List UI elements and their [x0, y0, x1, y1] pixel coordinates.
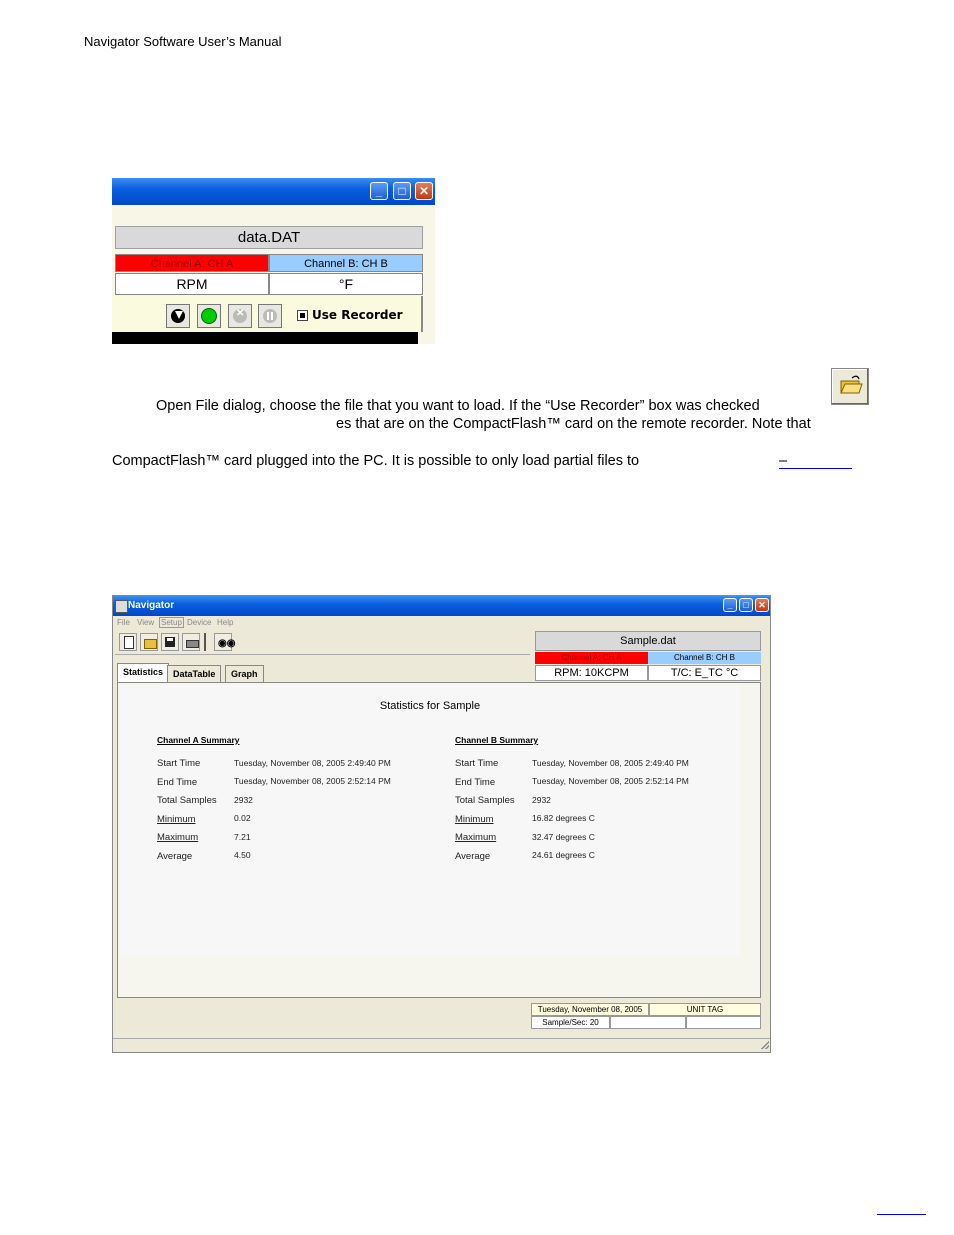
menu-device[interactable]: Device — [187, 618, 211, 627]
end-time-label: End Time — [455, 777, 496, 788]
body-line-3-dash: – — [779, 453, 788, 469]
channel-a-average: 4.50 — [234, 850, 251, 860]
record-icon[interactable] — [197, 304, 221, 328]
total-samples-label: Total Samples — [157, 795, 217, 806]
open-icon[interactable] — [140, 633, 158, 651]
start-time-label: Start Time — [455, 758, 499, 769]
panel-bottom-bar — [112, 332, 418, 344]
new-icon[interactable] — [119, 633, 137, 651]
toolbar-divider — [421, 296, 423, 332]
close-icon[interactable]: ✕ — [755, 598, 769, 612]
recorder-panel-screenshot: _ □ ✕ data.DAT Channel A: CH A Channel B… — [112, 178, 435, 344]
file-name-label: Sample.dat — [535, 631, 761, 651]
channel-b-unit: T/C: E_TC °C — [648, 665, 761, 681]
start-time-label: Start Time — [157, 758, 201, 769]
status-unit-tag: UNIT TAG — [649, 1003, 761, 1016]
body-line-1: Open File dialog, choose the file that y… — [156, 398, 760, 414]
use-recorder-label: Use Recorder — [312, 308, 403, 322]
channel-a-start-time: Tuesday, November 08, 2005 2:49:40 PM — [234, 758, 391, 768]
title-bar: Navigator — [113, 596, 770, 616]
file-name-label: data.DAT — [115, 226, 423, 249]
window-title: Navigator — [128, 600, 175, 611]
channel-a-unit: RPM: 10KCPM — [535, 665, 648, 681]
channel-b-total-samples: 2932 — [532, 795, 551, 805]
navigator-window-screenshot: Navigator _ □ ✕ File View Setup Device H… — [112, 595, 771, 1053]
find-icon[interactable]: ◉◉ — [214, 633, 235, 651]
channel-a-maximum: 7.21 — [234, 832, 251, 842]
channel-b-label: Channel B: CH B — [269, 254, 423, 272]
statistics-heading: Statistics for Sample — [379, 700, 481, 712]
tab-statistics[interactable]: Statistics — [117, 663, 170, 683]
pause-icon[interactable] — [258, 304, 282, 328]
status-empty-1 — [610, 1016, 686, 1029]
body-line-2: es that are on the CompactFlash™ card on… — [336, 416, 811, 432]
stop-icon[interactable]: ✕ — [228, 304, 252, 328]
save-icon[interactable] — [161, 633, 179, 651]
close-icon[interactable]: ✕ — [415, 182, 433, 200]
maximize-icon[interactable]: □ — [393, 182, 411, 200]
body-line-3: CompactFlash™ card plugged into the PC. … — [112, 453, 640, 469]
maximum-link[interactable]: Maximum — [157, 832, 198, 843]
link-underline[interactable] — [779, 468, 852, 469]
menu-file[interactable]: File — [117, 618, 130, 627]
tab-graph[interactable]: Graph — [225, 665, 264, 682]
status-sample-rate: Sample/Sec: 20 — [531, 1016, 610, 1029]
minimum-link[interactable]: Minimum — [455, 814, 494, 825]
average-label: Average — [455, 851, 491, 862]
channel-a-minimum: 0.02 — [234, 813, 251, 823]
average-label: Average — [157, 851, 193, 862]
channel-b-label: Channel B: CH B — [648, 652, 761, 664]
menu-view[interactable]: View — [137, 618, 154, 627]
toolbar-separator — [204, 633, 206, 651]
channel-a-unit: RPM — [115, 273, 269, 295]
channel-a-total-samples: 2932 — [234, 795, 253, 805]
minimize-icon[interactable]: _ — [723, 598, 737, 612]
tab-datatable[interactable]: DataTable — [167, 665, 222, 682]
menu-help[interactable]: Help — [217, 618, 233, 627]
app-icon — [115, 600, 128, 613]
end-time-label: End Time — [157, 777, 198, 788]
channel-b-end-time: Tuesday, November 08, 2005 2:52:14 PM — [532, 776, 689, 786]
maximize-icon[interactable]: □ — [739, 598, 753, 612]
print-icon[interactable] — [182, 633, 200, 651]
channel-b-maximum: 32.47 degrees C — [532, 832, 595, 842]
page-header: Navigator Software User’s Manual — [84, 34, 282, 49]
status-empty-2 — [686, 1016, 761, 1029]
statistics-area — [120, 685, 740, 955]
channel-b-summary-title: Channel B Summary — [455, 735, 539, 745]
use-recorder-checkbox[interactable] — [297, 310, 308, 321]
download-icon[interactable] — [166, 304, 190, 328]
resize-grip-icon[interactable] — [761, 1041, 769, 1049]
open-file-icon[interactable] — [831, 368, 869, 405]
channel-a-label: Channel A: CH A — [115, 254, 269, 272]
menu-setup[interactable]: Setup — [159, 617, 184, 628]
channel-a-summary-title: Channel A Summary — [157, 735, 240, 745]
channel-a-end-time: Tuesday, November 08, 2005 2:52:14 PM — [234, 776, 391, 786]
minimize-icon[interactable]: _ — [370, 182, 388, 200]
channel-b-start-time: Tuesday, November 08, 2005 2:49:40 PM — [532, 758, 689, 768]
page-link[interactable] — [877, 1214, 926, 1215]
status-date: Tuesday, November 08, 2005 — [531, 1003, 649, 1016]
channel-b-unit: °F — [269, 273, 423, 295]
total-samples-label: Total Samples — [455, 795, 515, 806]
channel-a-label: Channel A: CH A — [535, 652, 648, 664]
minimum-link[interactable]: Minimum — [157, 814, 196, 825]
channel-b-minimum: 16.82 degrees C — [532, 813, 595, 823]
maximum-link[interactable]: Maximum — [455, 832, 496, 843]
status-bar-divider — [113, 1038, 770, 1039]
channel-b-average: 24.61 degrees C — [532, 850, 595, 860]
